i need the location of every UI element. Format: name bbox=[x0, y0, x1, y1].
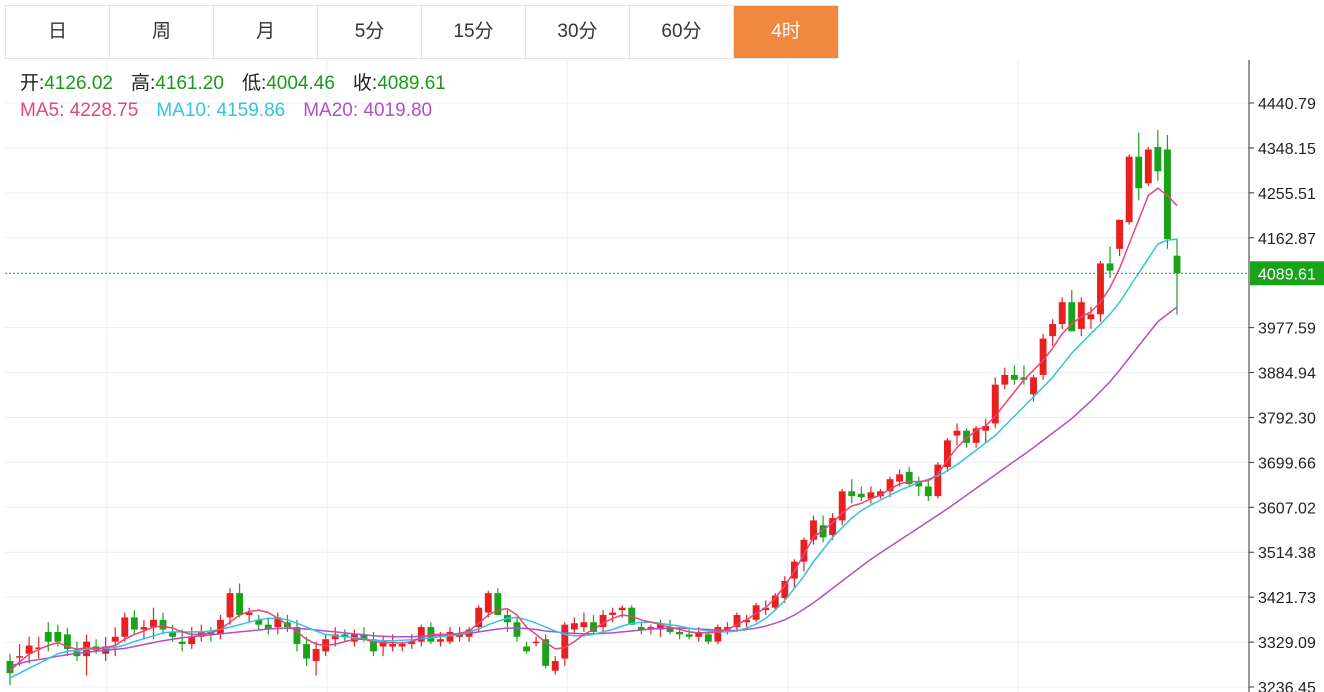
candle-body bbox=[1001, 374, 1009, 385]
current-price-label: 4089.61 bbox=[1258, 266, 1316, 283]
y-tick-label: 3699.66 bbox=[1258, 455, 1316, 472]
candle-body bbox=[1030, 377, 1037, 395]
candle-body bbox=[551, 661, 559, 671]
candle-body bbox=[389, 644, 397, 647]
candle-body bbox=[580, 622, 588, 628]
candle-body bbox=[484, 593, 492, 613]
open-value: 4126.02 bbox=[44, 73, 113, 94]
ma10-line bbox=[9, 238, 1178, 679]
high-value: 4161.20 bbox=[155, 73, 224, 94]
candle-body bbox=[111, 636, 119, 642]
candle-body bbox=[6, 661, 14, 674]
y-tick-label: 4348.15 bbox=[1258, 141, 1316, 158]
y-tick-label: 4255.51 bbox=[1258, 186, 1316, 203]
ohlc-row: 开:4126.02 高:4161.20 低:4004.46 收:4089.61 bbox=[20, 70, 446, 97]
y-tick-label: 3236.45 bbox=[1258, 680, 1316, 692]
candle-body bbox=[130, 617, 138, 630]
y-tick-label: 3329.09 bbox=[1258, 635, 1316, 652]
low-label: 低: bbox=[241, 73, 267, 94]
ma20-label: MA20: bbox=[303, 100, 359, 121]
candle-body bbox=[140, 627, 148, 630]
y-tick-label: 3977.59 bbox=[1258, 321, 1316, 338]
ma-row: MA5: 4228.75 MA10: 4159.86 MA20: 4019.80 bbox=[20, 97, 446, 124]
candle-body bbox=[676, 631, 684, 635]
candle-body bbox=[1087, 314, 1095, 320]
high-label: 高: bbox=[130, 73, 156, 94]
open-label: 开: bbox=[20, 73, 45, 94]
ma5-label: MA5: bbox=[20, 100, 65, 121]
candle-body bbox=[398, 644, 406, 647]
ma5-value: 4228.75 bbox=[69, 100, 139, 121]
candle-body bbox=[303, 644, 310, 659]
candle-body bbox=[1010, 374, 1018, 380]
y-tick-label: 3421.73 bbox=[1258, 590, 1316, 607]
close-label: 收: bbox=[352, 73, 378, 94]
ohlc-info-panel: 开:4126.02 高:4161.20 低:4004.46 收:4089.61 MA5… bbox=[20, 70, 446, 124]
candle-body bbox=[1058, 302, 1066, 325]
candle-body bbox=[188, 636, 196, 645]
ma10-value: 4159.86 bbox=[216, 100, 286, 121]
candle-body bbox=[150, 619, 157, 628]
candle-body bbox=[561, 624, 569, 659]
candle-body bbox=[226, 593, 234, 618]
candle-body bbox=[121, 617, 129, 637]
y-tick-label: 4162.87 bbox=[1258, 231, 1316, 248]
ma20-value: 4019.80 bbox=[363, 100, 433, 121]
ma20-line bbox=[9, 306, 1178, 667]
candle-body bbox=[1097, 263, 1104, 315]
candle-body bbox=[16, 656, 24, 658]
candle-body bbox=[570, 623, 578, 630]
candle-body bbox=[991, 384, 999, 424]
candle-body bbox=[848, 491, 856, 497]
candle-body bbox=[1144, 149, 1152, 184]
close-value: 4089.61 bbox=[377, 73, 446, 94]
candle-body bbox=[532, 641, 540, 644]
y-tick-label: 3607.02 bbox=[1258, 500, 1316, 517]
candle-body bbox=[1154, 147, 1162, 172]
candle-body bbox=[857, 493, 865, 498]
y-tick-label: 3792.30 bbox=[1258, 410, 1316, 427]
y-tick-label: 3884.94 bbox=[1258, 366, 1316, 383]
candle-body bbox=[704, 634, 712, 642]
candle-body bbox=[1135, 156, 1143, 189]
candle-body bbox=[1116, 219, 1124, 249]
candle-body bbox=[924, 486, 932, 497]
candle-body bbox=[685, 634, 693, 637]
candle-body bbox=[609, 612, 617, 615]
candle-body bbox=[437, 639, 444, 642]
candle-body bbox=[236, 593, 244, 615]
candle-body bbox=[1125, 156, 1133, 223]
ma10-label: MA10: bbox=[156, 100, 212, 121]
candle-body bbox=[1106, 263, 1114, 271]
low-value: 4004.46 bbox=[266, 73, 335, 94]
candle-body bbox=[44, 631, 52, 642]
candle-body bbox=[1173, 255, 1181, 274]
candle-body bbox=[312, 648, 320, 662]
candle-body bbox=[178, 641, 186, 645]
candle-body bbox=[54, 631, 62, 642]
candle-body bbox=[523, 646, 530, 652]
candle-body bbox=[953, 430, 961, 436]
y-tick-label: 4440.79 bbox=[1258, 96, 1316, 113]
candle-body bbox=[513, 622, 521, 637]
candle-body bbox=[896, 474, 904, 482]
y-tick-label: 3514.38 bbox=[1258, 545, 1316, 562]
candle-body bbox=[618, 607, 626, 611]
candle-body bbox=[475, 607, 483, 628]
candle-body bbox=[159, 619, 167, 630]
candle-body bbox=[1049, 324, 1057, 337]
